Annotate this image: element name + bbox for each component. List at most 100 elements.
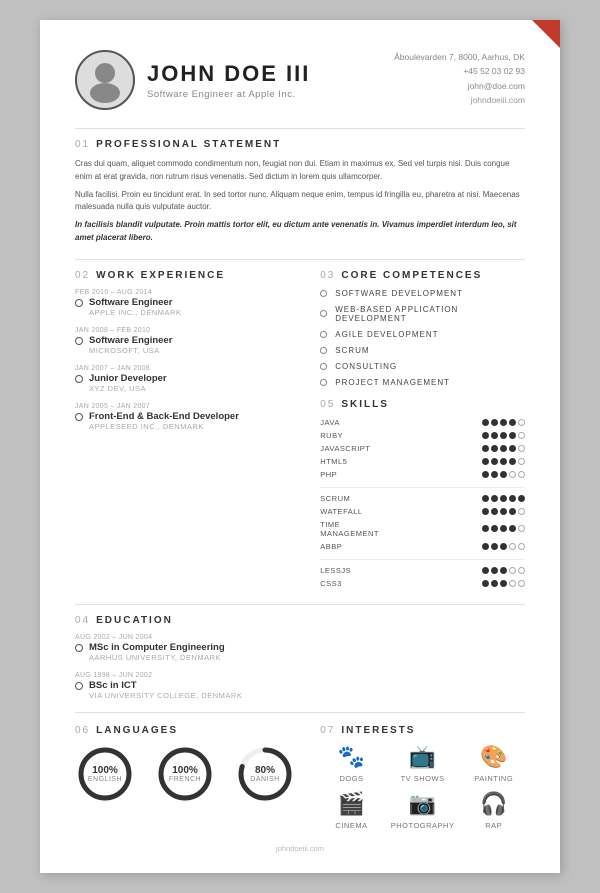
bullet-sm <box>320 331 327 338</box>
skill-item: LESSJS <box>320 566 525 575</box>
skill-item: JAVASCRIPT <box>320 444 525 453</box>
bullet-circle <box>75 682 83 690</box>
bullet-circle <box>75 299 83 307</box>
skill-dots <box>482 580 525 587</box>
footer-website: johndoeiii.com <box>276 844 324 853</box>
work-experience-col: 02 WORK EXPERIENCE FEB 2010 – AUG 2014 S… <box>75 270 300 596</box>
interests-title: 07 INTERESTS <box>320 725 525 736</box>
skills-section: 05 SKILLS JAVA RUBY <box>320 399 525 588</box>
edu-company: VIA UNIVERSITY COLLEGE, DENMARK <box>89 691 242 700</box>
bullet-circle <box>75 375 83 383</box>
header: JOHN DOE III Software Engineer at Apple … <box>75 50 525 110</box>
bottom-row: 06 LANGUAGES 100% ENGLISH <box>75 725 525 830</box>
bullet-sm <box>320 290 327 297</box>
bullet-circle <box>75 337 83 345</box>
bullet-sm <box>320 363 327 370</box>
interest-cinema: 🎬 CINEMA <box>320 791 383 830</box>
lang-circle: 100% FRENCH <box>155 744 215 804</box>
edu-item: AUG 2002 – JUN 2004 MSc in Computer Engi… <box>75 634 525 662</box>
work-item: JAN 2007 – JAN 2008 Junior Developer XYZ… <box>75 365 300 393</box>
skill-item: ABBP <box>320 542 525 551</box>
lang-circle: 100% ENGLISH <box>75 744 135 804</box>
cinema-icon: 🎬 <box>338 791 365 817</box>
skill-dots <box>482 495 525 502</box>
skill-group: LESSJS CSS3 <box>320 566 525 588</box>
skill-item: SCRUM <box>320 494 525 503</box>
painting-icon: 🎨 <box>480 744 507 770</box>
skill-dots <box>482 445 525 452</box>
professional-statement-section: 01 PROFESSIONAL STATEMENT Cras dui quam,… <box>75 139 525 245</box>
work-item: JAN 2005 – JAN 2007 Front-End & Back-End… <box>75 403 300 431</box>
skills-title: 05 SKILLS <box>320 399 525 410</box>
skill-group: SCRUM WATEFALL TIME MANAGEMENT <box>320 494 525 551</box>
work-experience-title: 02 WORK EXPERIENCE <box>75 270 300 281</box>
competence-item: AGILE DEVELOPMENT <box>320 330 525 339</box>
skill-item: HTML5 <box>320 457 525 466</box>
work-title: Junior Developer <box>89 373 167 384</box>
work-company: XYZ DEV, USA <box>89 384 167 393</box>
job-subtitle: Software Engineer at Apple Inc. <box>147 89 310 100</box>
work-item: JAN 2008 – FEB 2010 Software Engineer MI… <box>75 327 300 355</box>
avatar <box>75 50 135 110</box>
language-french: 100% FRENCH <box>155 744 215 804</box>
core-competences-col: 03 CORE COMPETENCES SOFTWARE DEVELOPMENT… <box>320 270 525 596</box>
skill-item: TIME MANAGEMENT <box>320 520 525 538</box>
skill-dots <box>482 458 525 465</box>
edu-date: AUG 1998 – JUN 2002 <box>75 672 525 679</box>
languages-row: 100% ENGLISH 100% FRENCH <box>75 744 300 804</box>
competence-item: WEB-BASED APPLICATION DEVELOPMENT <box>320 305 525 323</box>
interest-tvshows: 📺 TV SHOWS <box>391 744 455 783</box>
work-date: FEB 2010 – AUG 2014 <box>75 289 300 296</box>
edu-date: AUG 2002 – JUN 2004 <box>75 634 525 641</box>
edu-title: BSc in ICT <box>89 680 242 691</box>
bullet-circle <box>75 413 83 421</box>
work-competences-row: 02 WORK EXPERIENCE FEB 2010 – AUG 2014 S… <box>75 270 525 596</box>
skill-item: RUBY <box>320 431 525 440</box>
edu-title: MSc in Computer Engineering <box>89 642 225 653</box>
work-company: APPLESEED INC., DENMARK <box>89 422 239 431</box>
work-title: Software Engineer <box>89 335 172 346</box>
dogs-icon: 🐾 <box>338 744 365 770</box>
header-left: JOHN DOE III Software Engineer at Apple … <box>75 50 310 110</box>
ps-para2: Nulla facilisi. Proin eu tincidunt erat.… <box>75 189 525 215</box>
skill-group: JAVA RUBY JAVASCRIPT <box>320 418 525 479</box>
language-danish: 80% DANISH <box>235 744 295 804</box>
work-date: JAN 2005 – JAN 2007 <box>75 403 300 410</box>
language-english: 100% ENGLISH <box>75 744 135 804</box>
ps-para3: In facilisis blandit vulputate. Proin ma… <box>75 219 525 245</box>
header-contact: Åboulevarden 7, 8000, Aarhus, DK +45 52 … <box>394 50 525 108</box>
interests-grid: 🐾 DOGS 📺 TV SHOWS 🎨 PAINTING 🎬 CINEMA 📷 <box>320 744 525 830</box>
education-title: 04 EDUCATION <box>75 615 525 626</box>
header-name-block: JOHN DOE III Software Engineer at Apple … <box>147 61 310 100</box>
competence-item: SOFTWARE DEVELOPMENT <box>320 289 525 298</box>
work-company: APPLE INC., DENMARK <box>89 308 181 317</box>
skill-dots <box>482 508 525 515</box>
lang-circle: 80% DANISH <box>235 744 295 804</box>
work-title: Front-End & Back-End Developer <box>89 411 239 422</box>
competence-item: PROJECT MANAGEMENT <box>320 378 525 387</box>
edu-company: AARHUS UNIVERSITY, DENMARK <box>89 653 225 662</box>
work-date: JAN 2007 – JAN 2008 <box>75 365 300 372</box>
education-section: 04 EDUCATION AUG 2002 – JUN 2004 MSc in … <box>75 615 525 700</box>
skill-dots <box>482 432 525 439</box>
bullet-circle <box>75 644 83 652</box>
interest-rap: 🎧 RAP <box>462 791 525 830</box>
full-name: JOHN DOE III <box>147 61 310 87</box>
bullet-sm <box>320 347 327 354</box>
professional-statement-title: 01 PROFESSIONAL STATEMENT <box>75 139 525 150</box>
rap-icon: 🎧 <box>480 791 507 817</box>
languages-title: 06 LANGUAGES <box>75 725 300 736</box>
work-item: FEB 2010 – AUG 2014 Software Engineer AP… <box>75 289 300 317</box>
competence-item: SCRUM <box>320 346 525 355</box>
work-date: JAN 2008 – FEB 2010 <box>75 327 300 334</box>
interest-painting: 🎨 PAINTING <box>462 744 525 783</box>
interest-photography: 📷 PHOTOGRAPHY <box>391 791 455 830</box>
skill-item: JAVA <box>320 418 525 427</box>
competence-item: CONSULTING <box>320 362 525 371</box>
resume-page: JOHN DOE III Software Engineer at Apple … <box>40 20 560 873</box>
edu-item: AUG 1998 – JUN 2002 BSc in ICT VIA UNIVE… <box>75 672 525 700</box>
ps-para1: Cras dui quam, aliquet commodo condiment… <box>75 158 525 184</box>
interest-dogs: 🐾 DOGS <box>320 744 383 783</box>
skill-dots <box>482 543 525 550</box>
address: Åboulevarden 7, 8000, Aarhus, DK <box>394 50 525 64</box>
